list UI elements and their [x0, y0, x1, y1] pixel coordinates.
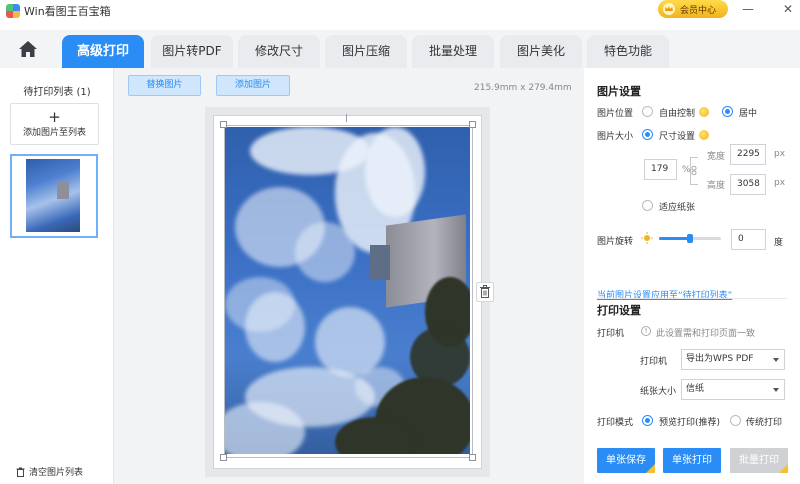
fit-paper-radio[interactable] [642, 200, 653, 211]
fit-paper-label: 适应纸张 [659, 203, 696, 213]
paper-size-select-value: 信纸 [686, 384, 705, 394]
add-image-button[interactable]: 添加图片 [216, 75, 290, 96]
preview-print-radio[interactable] [642, 415, 653, 426]
image-selection-frame[interactable] [224, 125, 473, 458]
image-settings-title: 图片设置 [597, 85, 641, 98]
resize-handle-bottom-left[interactable] [220, 454, 227, 461]
height-label: 高度 [707, 181, 726, 191]
rotate-input[interactable]: 0 [731, 229, 766, 250]
tab-image-to-pdf[interactable]: 图片转PDF [151, 35, 233, 68]
position-center-label: 居中 [739, 109, 758, 119]
list-item-thumbnail[interactable] [10, 154, 98, 238]
tab-compress[interactable]: 图片压缩 [325, 35, 407, 68]
size-setting-radio[interactable] [642, 129, 653, 140]
printer-note: 此设置需和打印页面一致 [656, 329, 756, 339]
crown-icon [663, 3, 675, 15]
rotate-unit: 度 [774, 238, 784, 248]
print-mode-label: 打印模式 [597, 418, 634, 428]
image-position-label: 图片位置 [597, 109, 634, 119]
preview-print-label: 预览打印(推荐) [659, 418, 721, 428]
vip-coin-icon [699, 107, 709, 117]
paper-size-select[interactable]: 信纸 [681, 379, 785, 400]
width-label: 宽度 [707, 152, 726, 162]
replace-image-button[interactable]: 替换图片 [128, 75, 201, 96]
print-single-button[interactable]: 单张打印 [663, 448, 721, 473]
apply-to-list-link[interactable]: 当前图片设置应用至“待打印列表” [597, 288, 732, 301]
tab-bar: 高级打印 图片转PDF 修改尺寸 图片压缩 批量处理 图片美化 特色功能 [0, 30, 800, 68]
printer-select[interactable]: 导出为WPS PDF [681, 349, 785, 370]
printer-label: 打印机 [640, 357, 668, 367]
home-icon[interactable] [18, 40, 38, 58]
print-settings-title: 打印设置 [597, 304, 641, 317]
size-setting-label: 尺寸设置 [659, 132, 696, 142]
trash-icon [16, 467, 25, 477]
title-bar: Win看图王百宝箱 会员中心 — ✕ [0, 0, 800, 30]
app-title: Win看图王百宝箱 [24, 5, 111, 18]
tab-advanced-print[interactable]: 高级打印 [62, 35, 144, 68]
traditional-print-label: 传统打印 [746, 418, 783, 428]
print-batch-button[interactable]: 批量打印 [730, 448, 788, 473]
tab-resize[interactable]: 修改尺寸 [238, 35, 320, 68]
thumbnail-building [57, 181, 69, 199]
rotate-label: 图片旋转 [597, 237, 634, 247]
print-batch-label: 批量打印 [739, 455, 779, 466]
width-input[interactable]: 2295 [730, 144, 766, 165]
clear-list-button[interactable]: 清空图片列表 [16, 465, 83, 478]
print-list-title: 待打印列表 (1) [23, 87, 91, 98]
chevron-down-icon [773, 388, 779, 392]
vip-corner-icon [646, 464, 655, 473]
add-to-list-button[interactable]: + 添加图片至列表 [10, 103, 99, 145]
printer-section-label: 打印机 [597, 329, 625, 339]
height-px-unit: px [774, 178, 786, 188]
trash-icon [480, 285, 490, 298]
paper-size-readout: 215.9mm x 279.4mm [474, 83, 572, 93]
save-single-button[interactable]: 单张保存 [597, 448, 655, 473]
center-tick [346, 114, 347, 122]
thumbnail-image [26, 159, 80, 232]
image-size-label: 图片大小 [597, 132, 634, 142]
rotate-slider[interactable] [659, 234, 721, 243]
print-single-label: 单张打印 [672, 455, 712, 466]
app-logo-icon [6, 4, 20, 18]
plus-icon: + [48, 108, 61, 126]
position-free-radio[interactable] [642, 106, 653, 117]
rotate-slider-fill [659, 237, 690, 240]
tab-beautify[interactable]: 图片美化 [500, 35, 582, 68]
tab-batch-process[interactable]: 批量处理 [412, 35, 494, 68]
vip-center-label: 会员中心 [680, 5, 717, 16]
vip-center-button[interactable]: 会员中心 [658, 0, 728, 18]
preview-area: 替换图片 添加图片 215.9mm x 279.4mm [114, 68, 584, 484]
traditional-print-radio[interactable] [730, 415, 741, 426]
delete-image-button[interactable] [476, 282, 494, 302]
position-center-radio[interactable] [722, 106, 733, 117]
chevron-down-icon [773, 358, 779, 362]
position-free-label: 自由控制 [659, 109, 696, 119]
sun-icon [641, 232, 653, 244]
tab-special-features[interactable]: 特色功能 [587, 35, 669, 68]
height-input[interactable]: 3058 [730, 174, 766, 195]
rotate-slider-knob[interactable] [687, 234, 693, 243]
save-single-label: 单张保存 [606, 455, 646, 466]
clear-list-label: 清空图片列表 [29, 468, 84, 478]
printer-select-value: 导出为WPS PDF [686, 354, 754, 364]
add-to-list-label: 添加图片至列表 [22, 128, 86, 138]
paper-size-label: 纸张大小 [640, 387, 677, 397]
scale-percent-input[interactable]: 179 [644, 159, 677, 180]
section-divider [597, 298, 787, 299]
info-icon: ! [641, 326, 651, 336]
settings-panel: 图片设置 图片位置 自由控制 居中 图片大小 尺寸设置 179 % 宽度 229… [584, 68, 800, 484]
width-px-unit: px [774, 149, 786, 159]
minimize-icon[interactable]: — [741, 2, 755, 16]
print-list-panel: 待打印列表 (1) + 添加图片至列表 清空图片列表 [0, 68, 114, 484]
resize-handle-top-right[interactable] [469, 121, 476, 128]
chain-link-icon[interactable] [691, 166, 697, 175]
vip-coin-icon [699, 130, 709, 140]
resize-handle-top-left[interactable] [220, 121, 227, 128]
resize-handle-bottom-right[interactable] [469, 454, 476, 461]
vip-corner-icon [779, 464, 788, 473]
close-icon[interactable]: ✕ [781, 2, 795, 16]
